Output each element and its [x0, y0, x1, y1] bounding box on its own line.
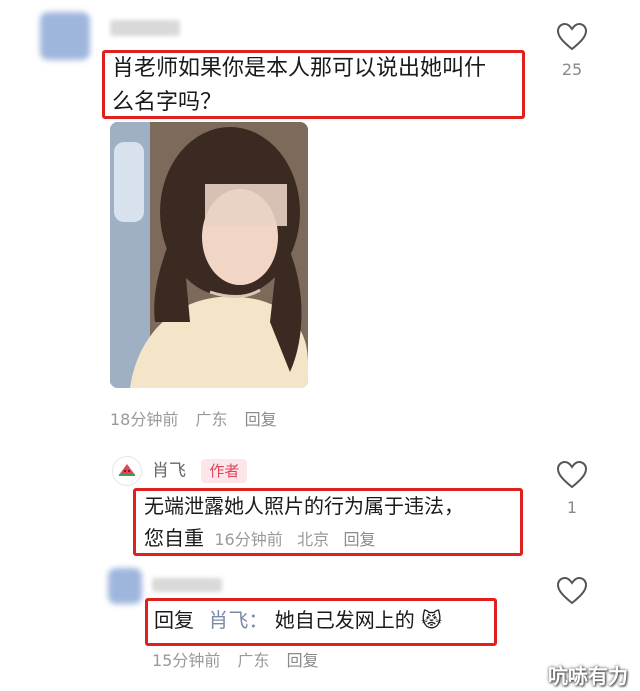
- avatar[interactable]: [108, 568, 142, 604]
- reply-button[interactable]: 回复: [245, 410, 277, 429]
- comment-meta: 18分钟前 广东 回复: [110, 406, 289, 430]
- angry-cat-emoji: 😾: [421, 608, 442, 632]
- heart-icon: [556, 460, 588, 489]
- username[interactable]: [110, 20, 180, 36]
- location: 广东: [237, 651, 270, 670]
- reply-button[interactable]: 回复: [287, 651, 319, 670]
- like-count: 25: [561, 60, 583, 79]
- author-header: 肖飞 作者: [152, 456, 248, 483]
- avatar[interactable]: [40, 12, 90, 60]
- location: 广东: [195, 410, 228, 429]
- author-name[interactable]: 肖飞: [152, 461, 186, 481]
- reply-button[interactable]: 回复: [343, 530, 375, 549]
- like-button[interactable]: [556, 576, 588, 606]
- author-badge: 作者: [201, 459, 248, 483]
- photo-image: [110, 122, 308, 388]
- comment-text-line: 肖老师如果你是本人那可以说出她叫什: [112, 56, 487, 81]
- comment-text-line: 无端泄露她人照片的行为属于违法，: [144, 494, 464, 518]
- like-count: 1: [566, 498, 578, 517]
- comment-photo[interactable]: [110, 122, 308, 388]
- comment-text: 回复 肖飞： 她自己发网上的 😾: [154, 605, 442, 635]
- watermark: 吭哧有力: [548, 664, 628, 688]
- timestamp: 15分钟前: [152, 651, 221, 670]
- watermelon-icon: [119, 464, 135, 476]
- heart-icon: [556, 576, 588, 605]
- timestamp: 16分钟前: [214, 530, 283, 549]
- username[interactable]: [152, 578, 222, 592]
- comment-text-line: 您自重: [144, 526, 204, 550]
- heart-icon: [556, 22, 588, 51]
- location: 北京: [297, 530, 330, 549]
- comment-text-line: 么名字吗？: [112, 90, 223, 115]
- author-avatar[interactable]: [112, 456, 142, 486]
- reply-to-name[interactable]: 肖飞：: [208, 608, 268, 632]
- comment-text: 无端泄露她人照片的行为属于违法， 您自重 16分钟前 北京 回复: [144, 490, 519, 556]
- comment-meta: 15分钟前 广东 回复: [152, 647, 331, 671]
- timestamp: 18分钟前: [110, 410, 179, 429]
- like-button[interactable]: [556, 460, 588, 490]
- reply-prefix: 回复: [154, 608, 194, 632]
- like-button[interactable]: [556, 22, 588, 52]
- comment-body: 她自己发网上的: [274, 608, 415, 632]
- comment-text: 肖老师如果你是本人那可以说出她叫什 么名字吗？: [112, 52, 522, 120]
